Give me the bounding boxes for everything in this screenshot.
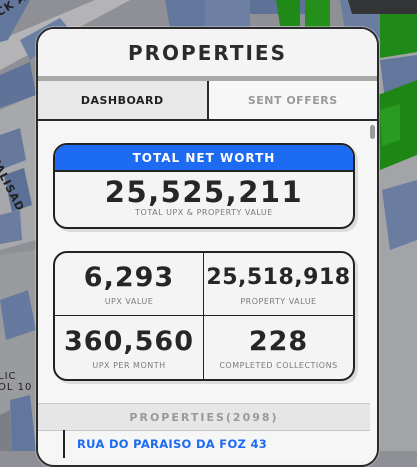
stat-value: 25,518,918 bbox=[206, 265, 351, 290]
panel-title: PROPERTIES bbox=[127, 40, 288, 65]
tab-bar: DASHBOARD SENT OFFERS bbox=[38, 81, 377, 121]
net-worth-header: TOTAL NET WORTH bbox=[55, 145, 353, 172]
stat-value: 360,560 bbox=[64, 325, 194, 357]
dashboard-content[interactable]: TOTAL NET WORTH 25,525,211 TOTAL UPX & P… bbox=[38, 121, 377, 461]
stat-caption: COMPLETED COLLECTIONS bbox=[219, 360, 338, 370]
stats-grid: 6,293 UPX VALUE 25,518,918 PROPERTY VALU… bbox=[53, 251, 355, 381]
stat-upx-value: 6,293 UPX VALUE bbox=[55, 253, 204, 316]
stat-caption: PROPERTY VALUE bbox=[240, 297, 317, 306]
properties-list-header: PROPERTIES(2098) bbox=[38, 403, 370, 431]
panel-header: PROPERTIES bbox=[38, 29, 377, 76]
stat-value: 228 bbox=[248, 325, 309, 357]
net-worth-caption: TOTAL UPX & PROPERTY VALUE bbox=[135, 208, 273, 217]
tab-dashboard[interactable]: DASHBOARD bbox=[38, 81, 209, 119]
properties-panel: PROPERTIES DASHBOARD SENT OFFERS TOTAL N… bbox=[36, 27, 379, 467]
net-worth-card: TOTAL NET WORTH 25,525,211 TOTAL UPX & P… bbox=[53, 143, 355, 229]
properties-list: RUA DO PARAISO DA FOZ 43 bbox=[63, 430, 368, 458]
stat-caption: UPX PER MONTH bbox=[92, 360, 166, 370]
tab-sent-offers[interactable]: SENT OFFERS bbox=[208, 81, 377, 119]
scrollbar-thumb[interactable] bbox=[370, 125, 375, 139]
street-label-public: LIC OL 10 bbox=[0, 371, 33, 393]
stat-caption: UPX VALUE bbox=[104, 297, 154, 306]
stat-upx-per-month: 360,560 UPX PER MONTH bbox=[55, 316, 204, 379]
stat-value: 6,293 bbox=[83, 262, 175, 293]
property-list-item[interactable]: RUA DO PARAISO DA FOZ 43 bbox=[63, 430, 368, 458]
stat-completed-collections: 228 COMPLETED COLLECTIONS bbox=[204, 316, 353, 379]
stat-property-value: 25,518,918 PROPERTY VALUE bbox=[204, 253, 353, 316]
net-worth-value: 25,525,211 bbox=[104, 175, 304, 209]
